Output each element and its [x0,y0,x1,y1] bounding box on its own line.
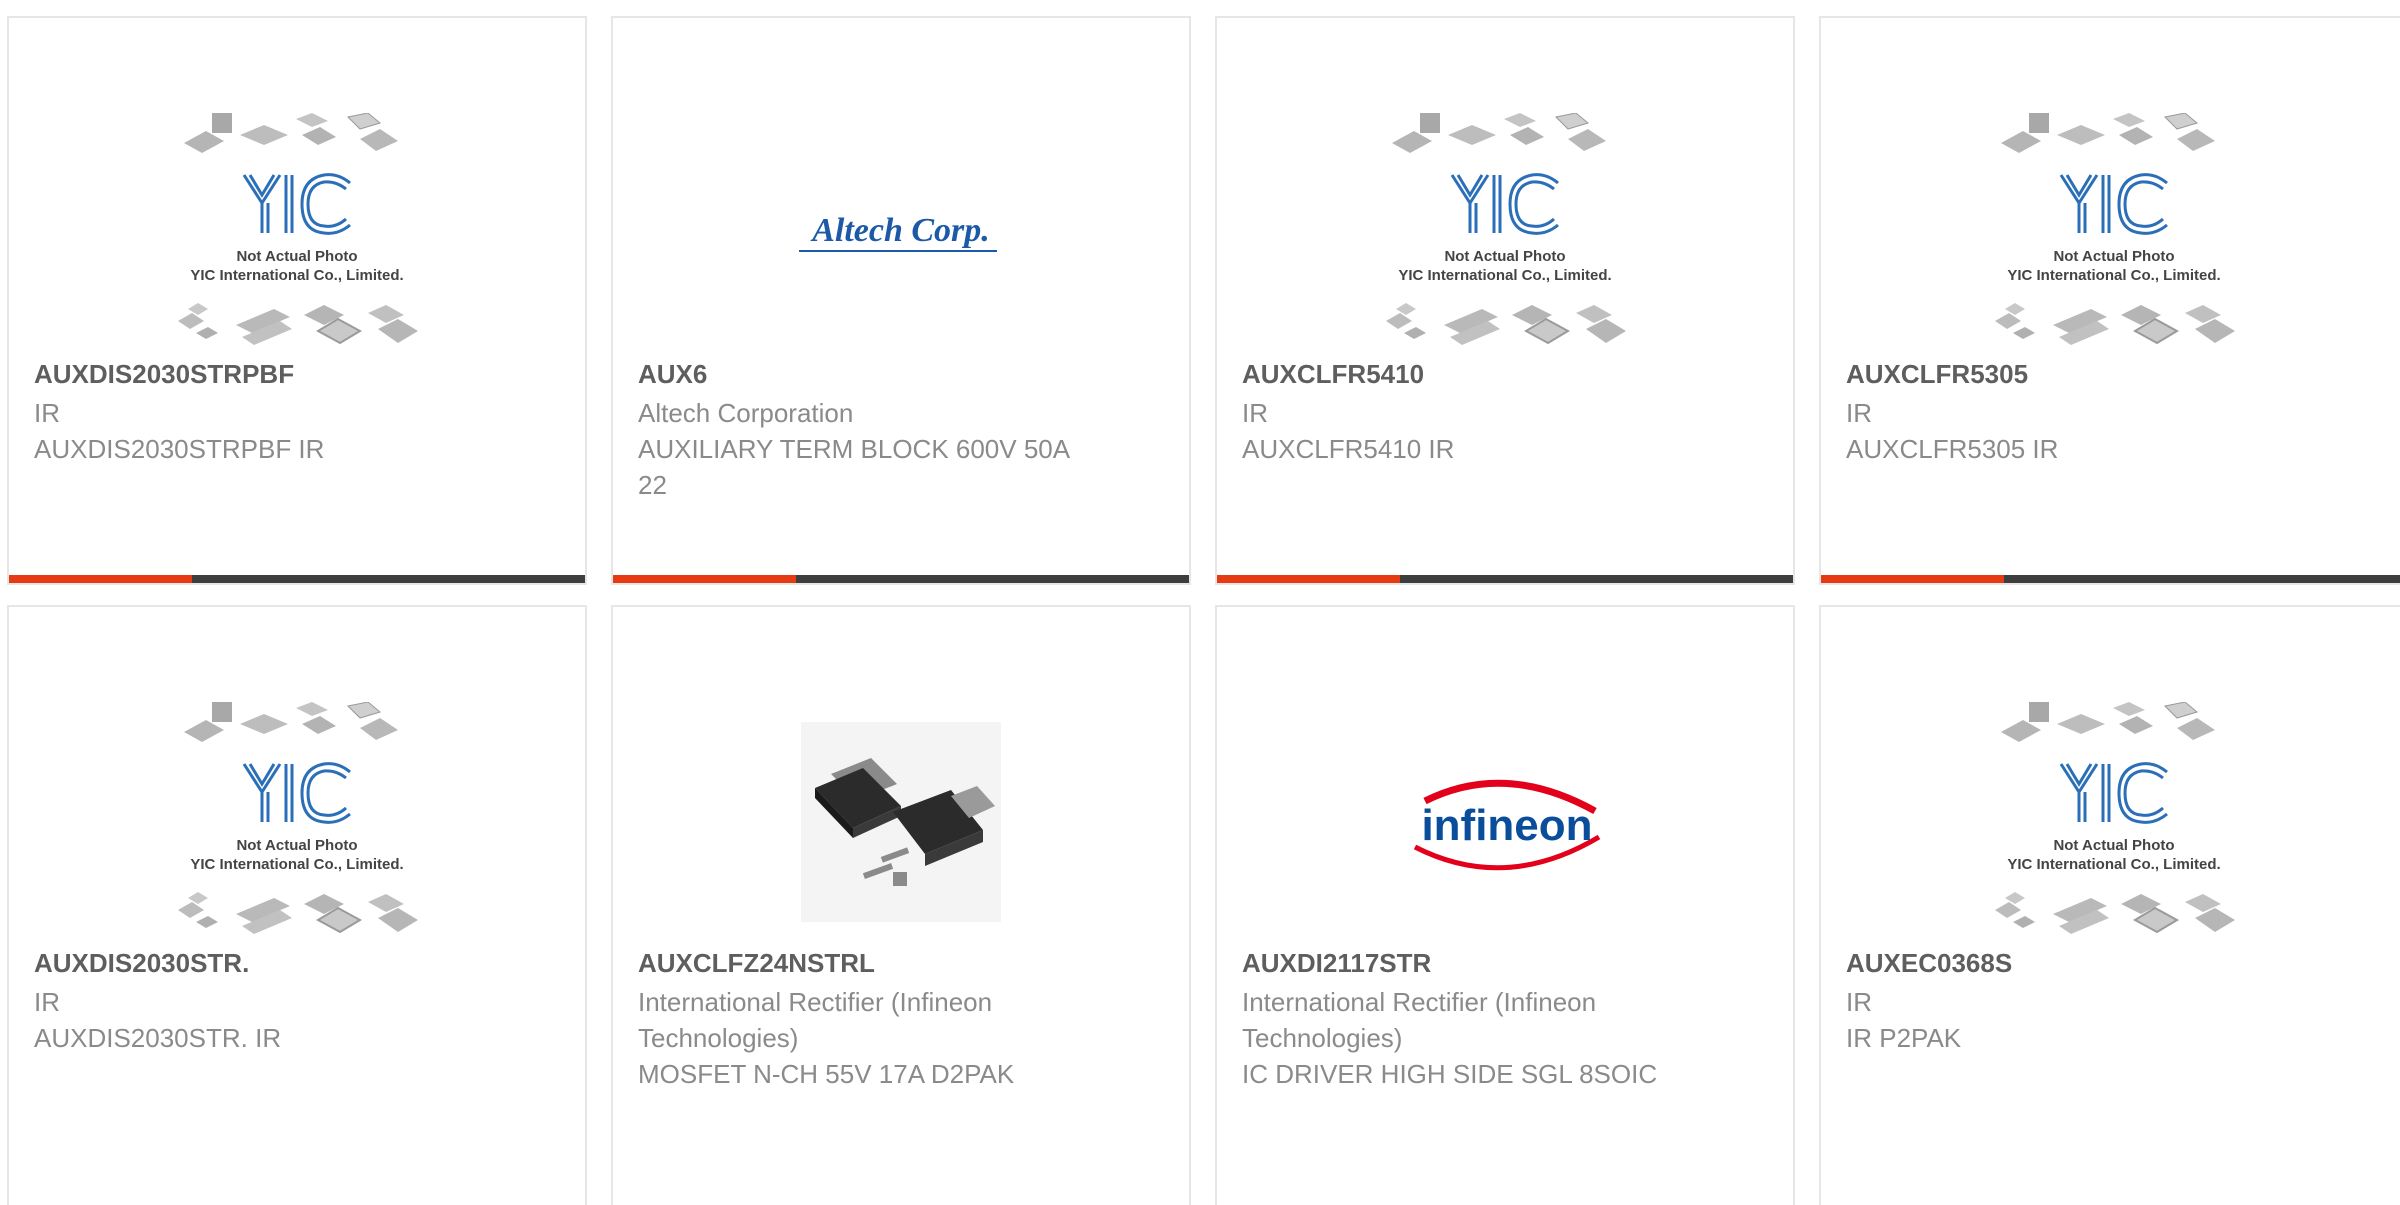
manufacturer: IR [1846,398,1872,428]
product-info: AUXCLFR5410 IR AUXCLFR5410 IR [1242,358,1682,467]
altech-logo: Altech Corp. [799,212,997,252]
product-info: AUXCLFR5305 IR AUXCLFR5305 IR [1846,358,2286,467]
card-bottom-bar [9,575,585,583]
description: AUXDIS2030STR. IR [34,1023,282,1053]
product-image[interactable]: Not Actual Photo YIC International Co., … [1821,98,2400,368]
placeholder-caption-1: Not Actual Photo [2053,248,2174,265]
product-image[interactable]: Not Actual Photo YIC International Co., … [1821,687,2400,957]
product-image[interactable]: Altech Corp. [613,98,1189,368]
manufacturer: IR [34,398,60,428]
product-image[interactable]: Not Actual Photo YIC International Co., … [9,98,585,368]
product-card[interactable]: Not Actual Photo YIC International Co., … [7,16,587,585]
yic-placeholder-image: Not Actual Photo YIC International Co., … [1994,702,2236,935]
manufacturer: IR [34,987,60,1017]
product-card[interactable]: Not Actual Photo YIC International Co., … [1215,16,1795,585]
product-image[interactable]: infineon [1217,687,1793,957]
manufacturer: IR [1242,398,1268,428]
card-accent-bar [613,575,796,583]
part-number[interactable]: AUXCLFR5410 [1242,358,1682,390]
product-info: AUXCLFZ24NSTRL International Rectifier (… [638,947,1078,1092]
card-bottom-bar [1821,575,2400,583]
part-number[interactable]: AUX6 [638,358,1078,390]
placeholder-caption-2: YIC International Co., Limited. [1398,267,1611,284]
yic-logo [242,762,351,824]
placeholder-caption-1: Not Actual Photo [236,248,357,265]
description: IR P2PAK [1846,1023,1962,1053]
part-number[interactable]: AUXDIS2030STRPBF [34,358,474,390]
yic-logo [1450,173,1559,235]
product-image[interactable] [613,687,1189,957]
description: AUXDIS2030STRPBF IR [34,434,325,464]
yic-placeholder-image: Not Actual Photo YIC International Co., … [177,113,419,346]
description: AUXCLFR5305 IR [1846,434,2059,464]
description: AUXCLFR5410 IR [1242,434,1455,464]
svg-text:infineon: infineon [1421,801,1592,850]
yic-placeholder-image: Not Actual Photo YIC International Co., … [1385,113,1627,346]
card-accent-bar [1217,575,1400,583]
card-bottom-bar [1217,575,1793,583]
manufacturer: International Rectifier (Infineon Techno… [1242,987,1597,1053]
svg-text:Altech Corp.: Altech Corp. [810,212,990,249]
part-number[interactable]: AUXCLFR5305 [1846,358,2286,390]
yic-logo [2059,762,2168,824]
infineon-logo: infineon [1413,779,1601,871]
d2pak-photo [801,722,1001,922]
product-card[interactable]: Not Actual Photo YIC International Co., … [1819,16,2400,585]
part-number[interactable]: AUXCLFZ24NSTRL [638,947,1078,979]
product-card[interactable]: AUXCLFZ24NSTRL International Rectifier (… [611,605,1191,1205]
manufacturer: Altech Corporation [638,398,854,428]
yic-placeholder-image: Not Actual Photo YIC International Co., … [1994,113,2236,346]
card-bottom-bar [613,575,1189,583]
card-accent-bar [1821,575,2004,583]
product-info: AUX6 Altech Corporation AUXILIARY TERM B… [638,358,1078,503]
product-card[interactable]: infineon AUXDI2117STR International Rect… [1215,605,1795,1205]
product-info: AUXDI2117STR International Rectifier (In… [1242,947,1682,1092]
product-grid: Not Actual Photo YIC International Co., … [0,0,2400,1205]
product-card[interactable]: Altech Corp. AUX6 Altech Corporation AUX… [611,16,1191,585]
placeholder-caption-2: YIC International Co., Limited. [190,856,403,873]
product-card[interactable]: Not Actual Photo YIC International Co., … [7,605,587,1205]
placeholder-caption-2: YIC International Co., Limited. [190,267,403,284]
yic-placeholder-image: Not Actual Photo YIC International Co., … [177,702,419,935]
yic-logo [242,173,351,235]
product-info: AUXEC0368S IR IR P2PAK [1846,947,2286,1056]
yic-logo [2059,173,2168,235]
part-number[interactable]: AUXEC0368S [1846,947,2286,979]
placeholder-caption-1: Not Actual Photo [1444,248,1565,265]
product-info: AUXDIS2030STR. IR AUXDIS2030STR. IR [34,947,474,1056]
description: AUXILIARY TERM BLOCK 600V 50A 22 [638,434,1069,500]
placeholder-caption-1: Not Actual Photo [236,837,357,854]
manufacturer: IR [1846,987,1872,1017]
placeholder-caption-2: YIC International Co., Limited. [2007,856,2220,873]
product-card[interactable]: Not Actual Photo YIC International Co., … [1819,605,2400,1205]
card-accent-bar [9,575,192,583]
placeholder-caption-2: YIC International Co., Limited. [2007,267,2220,284]
placeholder-caption-1: Not Actual Photo [2053,837,2174,854]
product-image[interactable]: Not Actual Photo YIC International Co., … [1217,98,1793,368]
part-number[interactable]: AUXDIS2030STR. [34,947,474,979]
product-image[interactable]: Not Actual Photo YIC International Co., … [9,687,585,957]
manufacturer: International Rectifier (Infineon Techno… [638,987,993,1053]
description: MOSFET N-CH 55V 17A D2PAK [638,1059,1015,1089]
product-info: AUXDIS2030STRPBF IR AUXDIS2030STRPBF IR [34,358,474,467]
description: IC DRIVER HIGH SIDE SGL 8SOIC [1242,1059,1658,1089]
part-number[interactable]: AUXDI2117STR [1242,947,1682,979]
